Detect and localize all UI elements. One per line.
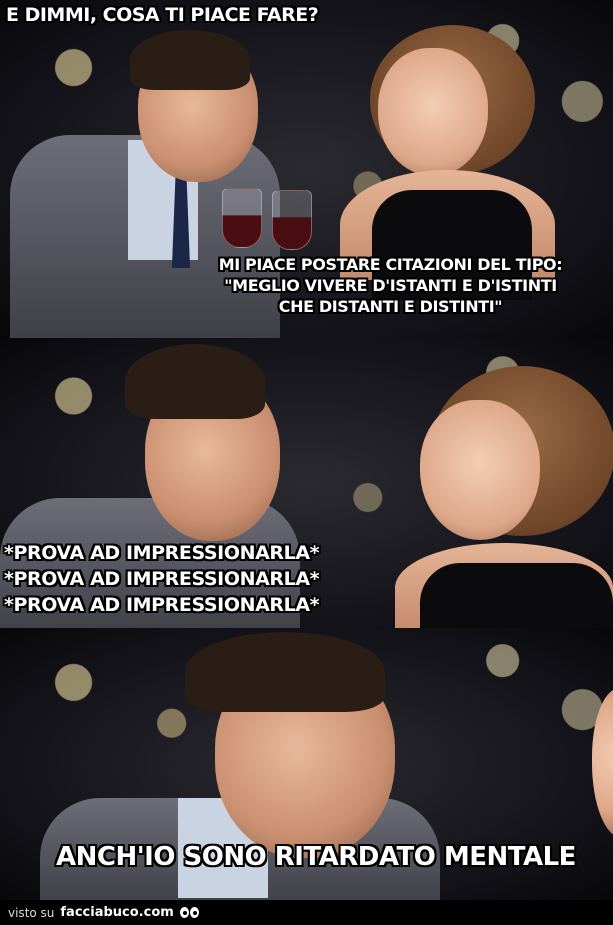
eyes-logo-icon (179, 907, 199, 918)
footer-prefix: visto su (8, 905, 55, 920)
man-hair (185, 632, 385, 712)
woman-face (378, 48, 488, 176)
reply-caption: MI PIACE POSTARE CITAZIONI DEL TIPO: "ME… (178, 254, 603, 317)
woman-face-edge (592, 688, 613, 838)
footer-site-link[interactable]: facciabuco.com (60, 905, 173, 920)
thought-line: *PROVA AD IMPRESSIONARLA* (4, 594, 320, 616)
reply-line: MI PIACE POSTARE CITAZIONI DEL TIPO: (218, 255, 563, 274)
eye-icon (179, 907, 189, 918)
eye-icon (189, 907, 199, 918)
man-hair (130, 30, 250, 90)
thought-line: *PROVA AD IMPRESSIONARLA* (4, 568, 320, 590)
thought-caption: *PROVA AD IMPRESSIONARLA* *PROVA AD IMPR… (4, 540, 320, 618)
woman-face (420, 400, 540, 540)
wine-glass (272, 190, 312, 250)
woman-dress (420, 563, 613, 628)
thought-line: *PROVA AD IMPRESSIONARLA* (4, 542, 320, 564)
reply-line: CHE DISTANTI E DISTINTI" (278, 297, 503, 316)
punchline-caption: ANCH'IO SONO RITARDATO MENTALE (56, 842, 576, 872)
reply-line: "MEGLIO VIVERE D'ISTANTI E D'ISTINTI (224, 276, 557, 295)
wine-glass (222, 188, 262, 248)
man-hair (125, 344, 265, 419)
question-caption: E DIMMI, COSA TI PIACE FARE? (6, 4, 319, 26)
watermark-footer: visto su facciabuco.com (0, 900, 613, 925)
